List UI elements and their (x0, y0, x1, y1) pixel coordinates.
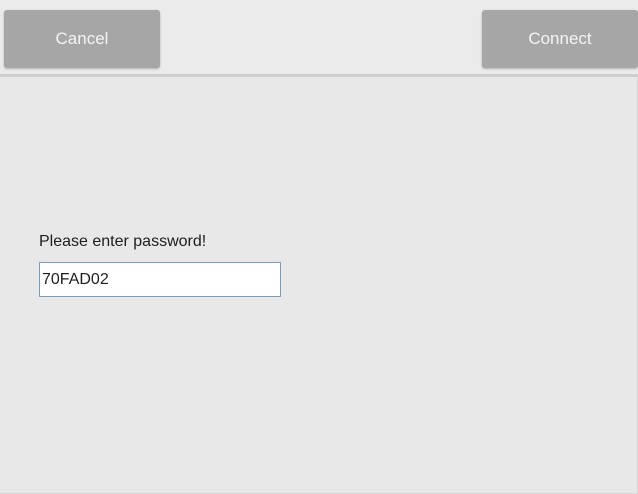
cancel-button-label: Cancel (55, 29, 109, 48)
connect-dialog: Cancel Connect Please enter password! (0, 0, 638, 494)
toolbar-divider (0, 74, 638, 77)
connect-button-label: Connect (528, 29, 592, 48)
password-input[interactable] (39, 262, 281, 297)
cancel-button[interactable]: Cancel (4, 10, 160, 68)
connect-button[interactable]: Connect (482, 10, 638, 68)
password-prompt-label: Please enter password! (39, 233, 207, 250)
top-toolbar: Cancel Connect (0, 0, 638, 76)
